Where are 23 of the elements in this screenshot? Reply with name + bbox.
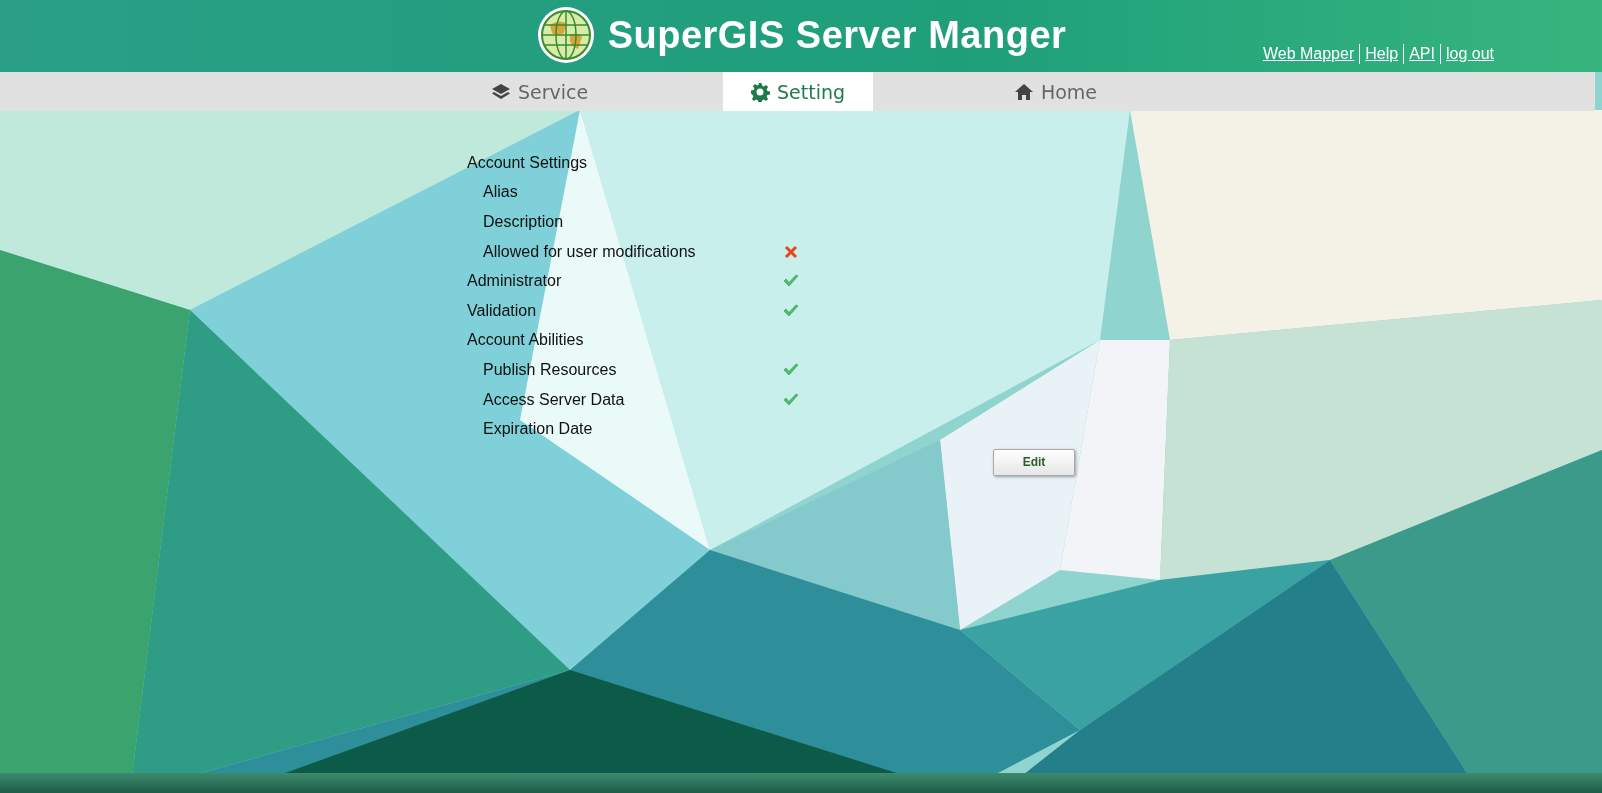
globe-icon [535,5,596,65]
setting-label: Administrator [467,272,562,291]
layers-icon [490,81,511,102]
setting-label: Allowed for user modifications [483,242,696,261]
setting-label: Expiration Date [483,420,593,439]
header-link[interactable]: Help [1365,45,1399,63]
setting-label: Alias [483,183,518,202]
nav-tab[interactable]: Setting [722,72,873,111]
setting-label: Account Settings [467,153,588,172]
header-link[interactable]: log out [1445,45,1494,63]
header-link[interactable]: API [1409,45,1435,63]
setting-label: Publish Resources [483,360,617,379]
edit-button[interactable]: Edit [993,448,1075,476]
app-title: SuperGIS Server Manger [607,13,1067,57]
setting-label: Account Abilities [467,331,584,350]
settings-icon [750,81,770,102]
setting-label: Validation [467,301,537,320]
home-icon [1013,81,1034,102]
setting-label: Access Server Data [483,390,625,409]
header-link[interactable]: Web Mapper [1262,45,1355,63]
nav-tab[interactable]: Home [980,72,1131,111]
nav-tab[interactable]: Service [464,72,615,111]
setting-label: Description [483,213,564,231]
